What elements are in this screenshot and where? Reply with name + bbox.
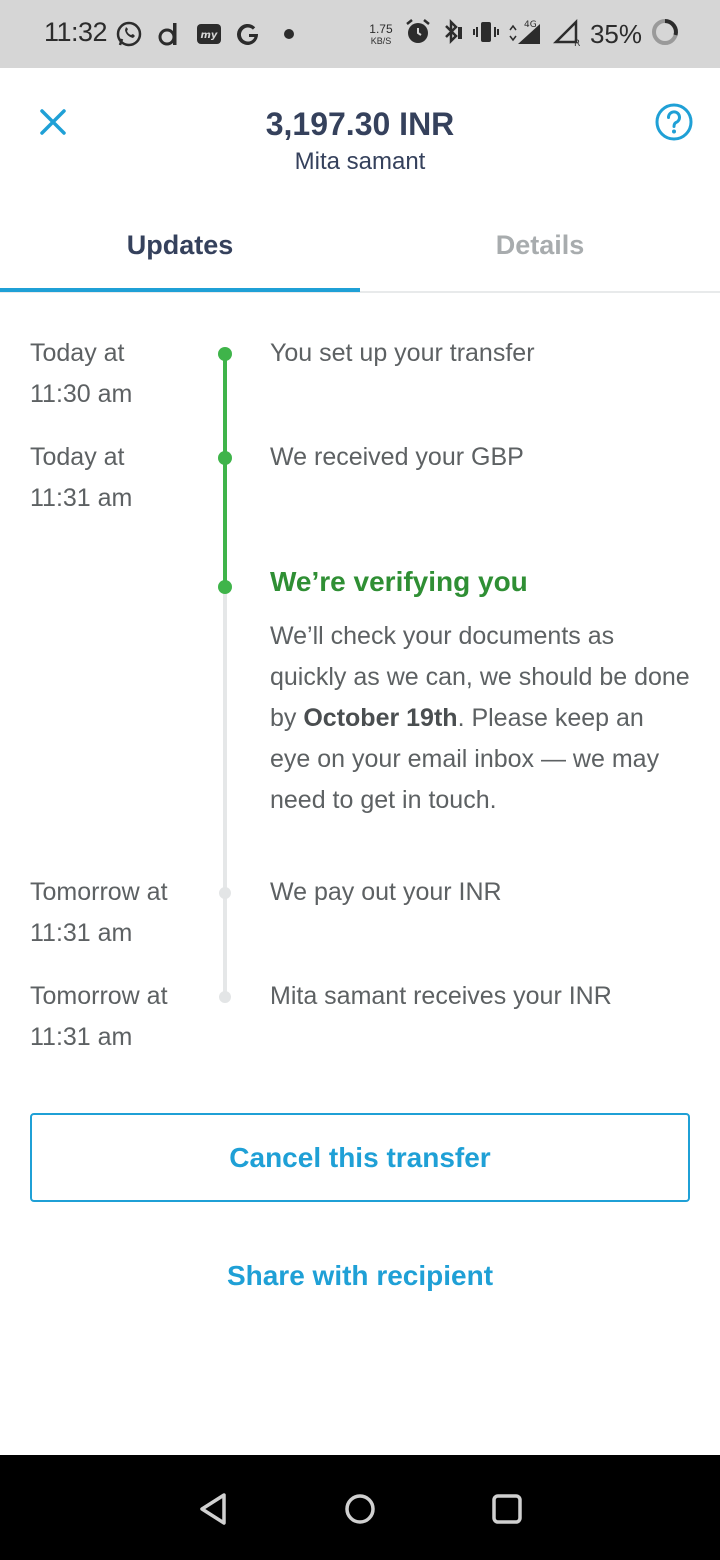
time-hour: 11:31 am xyxy=(30,1023,133,1051)
timeline-time: Today at 11:31 am xyxy=(30,437,132,519)
bluetooth-icon xyxy=(440,18,464,51)
navigation-bar xyxy=(0,1455,720,1560)
nav-back-button[interactable] xyxy=(194,1489,234,1529)
speed-unit: KB/S xyxy=(370,35,392,46)
whatsapp-icon xyxy=(114,19,144,49)
timeline-time: Tomorrow at 11:31 am xyxy=(30,872,168,954)
status-bar: 11:32 my 1.75 KB/S 4G R 35% xyxy=(0,0,720,68)
time-day: Tomorrow at xyxy=(30,982,168,1010)
nav-home-button[interactable] xyxy=(340,1489,380,1529)
timeline-dot-pending xyxy=(219,991,231,1003)
d-app-icon xyxy=(154,19,184,49)
current-step-title: We’re verifying you xyxy=(270,566,528,597)
timeline-event: We pay out your INR xyxy=(270,878,502,906)
status-time: 11:32 xyxy=(44,17,108,47)
svg-text:my: my xyxy=(201,30,218,41)
timeline-dot-current xyxy=(218,580,232,594)
help-icon xyxy=(655,103,693,141)
back-triangle-icon xyxy=(200,1493,226,1525)
timeline-time: Tomorrow at 11:31 am xyxy=(30,976,168,1058)
tab-updates[interactable]: Updates xyxy=(0,216,360,292)
network-type: 4G xyxy=(524,20,537,30)
recents-square-icon xyxy=(492,1494,522,1524)
network-speed: 1.75 KB/S xyxy=(366,23,396,47)
timeline-event: You set up your transfer xyxy=(270,339,535,367)
time-day: Today at xyxy=(30,443,125,471)
share-with-recipient-link[interactable]: Share with recipient xyxy=(0,1260,720,1292)
transfer-amount: 3,197.30 INR xyxy=(265,106,455,142)
time-hour: 11:31 am xyxy=(30,919,133,947)
time-day: Tomorrow at xyxy=(30,878,168,906)
help-button[interactable] xyxy=(654,102,694,142)
vibrate-icon xyxy=(472,18,500,51)
time-day: Today at xyxy=(30,339,125,367)
speed-value: 1.75 xyxy=(369,21,393,36)
cancel-transfer-button[interactable]: Cancel this transfer xyxy=(30,1113,690,1202)
nav-recents-button[interactable] xyxy=(487,1489,527,1529)
time-hour: 11:30 am xyxy=(30,380,133,408)
time-hour: 11:31 am xyxy=(30,484,133,512)
timeline-dot-done xyxy=(218,451,232,465)
desc-date: October 19th xyxy=(303,704,458,732)
myapp-icon: my xyxy=(194,19,224,49)
timeline-event: Mita samant receives your INR xyxy=(270,982,612,1010)
timeline-progress-line xyxy=(223,354,227,586)
timeline-dot-pending xyxy=(219,887,231,899)
signal-roaming-icon: R xyxy=(552,18,582,51)
home-circle-icon xyxy=(345,1494,375,1524)
current-step-description: We’ll check your documents as quickly as… xyxy=(270,616,690,821)
battery-icon xyxy=(650,17,680,52)
alarm-icon xyxy=(404,18,432,51)
timeline-pending-line xyxy=(223,590,227,996)
notification-icons: my xyxy=(114,19,294,49)
timeline-time: Today at 11:30 am xyxy=(30,333,132,415)
dot-icon xyxy=(284,29,294,39)
system-icons: 1.75 KB/S 4G R 35% xyxy=(366,17,680,52)
svg-text:R: R xyxy=(574,39,580,46)
battery-level: 35% xyxy=(589,19,642,49)
timeline-dot-done xyxy=(218,347,232,361)
signal-icon: 4G xyxy=(508,18,544,51)
active-tab-indicator xyxy=(0,288,360,292)
recipient-name: Mita samant xyxy=(294,148,426,175)
google-icon xyxy=(234,19,264,49)
timeline-event: We received your GBP xyxy=(270,443,524,471)
tab-details[interactable]: Details xyxy=(360,216,720,292)
